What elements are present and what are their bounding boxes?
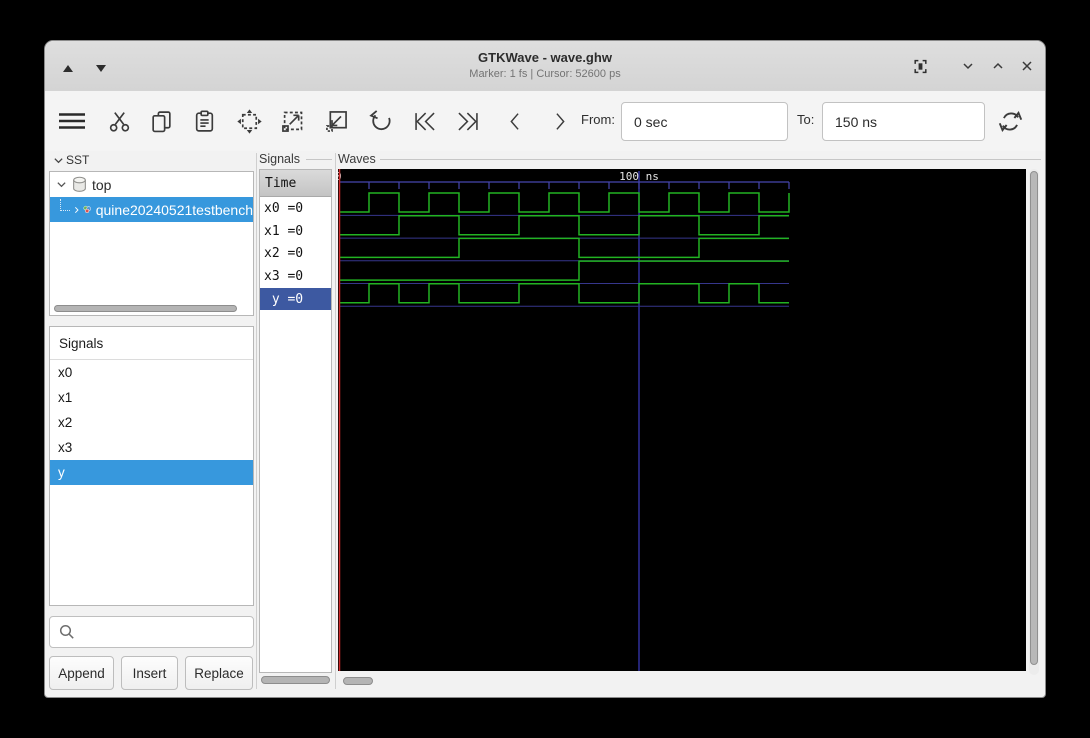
wave-signal-row-x1[interactable]: x1 =0 [260, 220, 331, 243]
sst-tree: top quine20240521testbench [49, 171, 254, 316]
titlebar[interactable]: GTKWave - wave.ghw Marker: 1 fs | Cursor… [45, 41, 1045, 92]
replace-button[interactable]: Replace [185, 656, 253, 690]
waves-vscrollbar-thumb[interactable] [1030, 171, 1038, 665]
cylinder-icon [73, 176, 86, 192]
wave-names-rows: x0 =0 x1 =0 x2 =0 x3 =0 y =0 [260, 197, 331, 311]
wave-signal-row-x3[interactable]: x3 =0 [260, 265, 331, 288]
tree-item-label: top [92, 176, 112, 193]
module-icon [83, 205, 92, 213]
names-hscrollbar[interactable] [261, 676, 330, 684]
wave-names-panel: Time x0 =0 x1 =0 x2 =0 x3 =0 y =0 [259, 169, 332, 673]
desktop: GTKWave - wave.ghw Marker: 1 fs | Cursor… [0, 0, 1090, 738]
signals-list-panel: Signals x0 x1 x2 x3 y [49, 326, 254, 606]
cut-icon[interactable] [101, 103, 137, 139]
sst-header[interactable]: SST [53, 153, 89, 167]
step-left-icon[interactable] [497, 103, 533, 139]
reload-icon[interactable] [992, 103, 1028, 139]
from-label: From: [581, 112, 615, 127]
expander-down-icon[interactable] [56, 179, 67, 190]
pane-splitter-right[interactable] [335, 153, 336, 689]
undo-icon[interactable] [362, 103, 398, 139]
close-icon[interactable] [1015, 54, 1039, 78]
tree-connector [60, 199, 70, 211]
waves-frame-label: Waves [338, 152, 376, 166]
tree-item-label: quine20240521testbench [95, 201, 253, 218]
signals-list-header: Signals [50, 327, 253, 360]
search-input[interactable] [49, 616, 254, 648]
menu-icon[interactable] [54, 103, 90, 139]
go-to-end-icon[interactable] [450, 103, 486, 139]
waveform-display[interactable]: 0100 ns [335, 169, 1026, 671]
signals-list-item-x0[interactable]: x0 [50, 360, 253, 385]
names-frame-line [306, 159, 332, 160]
pane-splitter-left[interactable] [256, 153, 257, 689]
maximize-icon[interactable] [986, 54, 1010, 78]
to-label: To: [797, 112, 815, 127]
zoom-in-icon[interactable] [274, 103, 310, 139]
signals-list-item-x2[interactable]: x2 [50, 410, 253, 435]
marker-cursor-status: Marker: 1 fs | Cursor: 52600 ps [469, 68, 621, 80]
toolbar: From: To: [45, 91, 1045, 151]
gtkwave-window: GTKWave - wave.ghw Marker: 1 fs | Cursor… [44, 40, 1046, 698]
expander-right-icon[interactable] [74, 204, 79, 216]
tree-item-top[interactable]: top [50, 172, 253, 197]
step-right-icon[interactable] [541, 103, 577, 139]
append-button[interactable]: Append [49, 656, 114, 690]
time-header: Time [260, 170, 331, 197]
waves-frame-line [380, 159, 1041, 160]
sst-label: SST [66, 153, 90, 167]
wave-signal-row-x2[interactable]: x2 =0 [260, 242, 331, 265]
search-icon [59, 624, 74, 639]
from-input[interactable] [621, 102, 788, 141]
waves-hscrollbar[interactable] [343, 677, 373, 685]
signals-list-item-x3[interactable]: x3 [50, 435, 253, 460]
wave-signal-row-x0[interactable]: x0 =0 [260, 197, 331, 220]
zoom-fit-icon[interactable] [231, 103, 267, 139]
tree-hscrollbar[interactable] [54, 305, 237, 312]
tree-item-testbench[interactable]: quine20240521testbench [50, 197, 253, 222]
waveform-svg: 0100 ns [335, 169, 790, 671]
to-input[interactable] [822, 102, 985, 141]
minimize-icon[interactable] [956, 54, 980, 78]
names-frame-label: Signals [259, 152, 300, 166]
fullscreen-icon[interactable] [908, 54, 932, 78]
svg-text:100 ns: 100 ns [619, 170, 659, 183]
collapse-chevron-icon [54, 157, 63, 163]
signals-list-item-y[interactable]: y [50, 460, 253, 485]
copy-icon[interactable] [143, 103, 179, 139]
zoom-out-icon[interactable] [318, 103, 354, 139]
signals-list: x0 x1 x2 x3 y [50, 360, 253, 485]
paste-icon[interactable] [186, 103, 222, 139]
wave-signal-row-y[interactable]: y =0 [260, 287, 331, 311]
insert-button[interactable]: Insert [121, 656, 178, 690]
signals-list-item-x1[interactable]: x1 [50, 385, 253, 410]
go-to-start-icon[interactable] [406, 103, 442, 139]
signal-search [49, 616, 254, 648]
window-title: GTKWave - wave.ghw [478, 50, 612, 65]
